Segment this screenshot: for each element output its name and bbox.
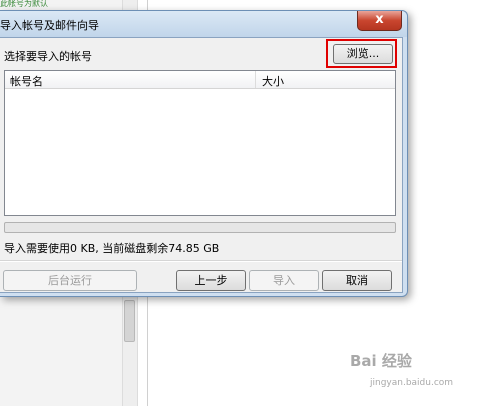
previous-button[interactable]: 上一步: [176, 270, 246, 291]
dialog-titlebar[interactable]: 导入帐号及邮件向导 x: [0, 11, 407, 37]
account-list[interactable]: 帐号名 大小: [4, 70, 396, 216]
column-header-size[interactable]: 大小: [262, 73, 284, 89]
highlight-annotation: [326, 39, 397, 68]
background-run-button[interactable]: 后台运行: [3, 270, 137, 291]
disk-space-status: 导入需要使用0 KB, 当前磁盘剩余74.85 GB: [4, 242, 220, 255]
background-top-text: 此帐号为默认: [0, 0, 48, 8]
close-button[interactable]: x: [357, 11, 402, 31]
import-wizard-dialog: 导入帐号及邮件向导 x 选择要导入的帐号 浏览... 帐号名 大小 导入需要使用…: [0, 10, 408, 297]
select-account-label: 选择要导入的帐号: [4, 50, 92, 63]
watermark: Bai 经验 jingyan.baidu.com: [350, 350, 495, 402]
dialog-title: 导入帐号及邮件向导: [0, 19, 99, 32]
dialog-content: 选择要导入的帐号 浏览... 帐号名 大小 导入需要使用0 KB, 当前磁盘剩余…: [0, 37, 403, 293]
account-list-header: 帐号名 大小: [5, 71, 395, 89]
column-header-account-name[interactable]: 帐号名: [10, 73, 43, 89]
import-button[interactable]: 导入: [249, 270, 319, 291]
column-separator[interactable]: [255, 71, 256, 88]
cancel-button[interactable]: 取消: [322, 270, 392, 291]
button-separator: [0, 260, 402, 262]
close-icon: x: [375, 12, 384, 27]
background-scrollbar-thumb[interactable]: [124, 300, 135, 342]
watermark-url: jingyan.baidu.com: [370, 378, 454, 388]
import-progress-bar: [4, 222, 396, 233]
watermark-brand: Bai 经验: [350, 352, 412, 370]
